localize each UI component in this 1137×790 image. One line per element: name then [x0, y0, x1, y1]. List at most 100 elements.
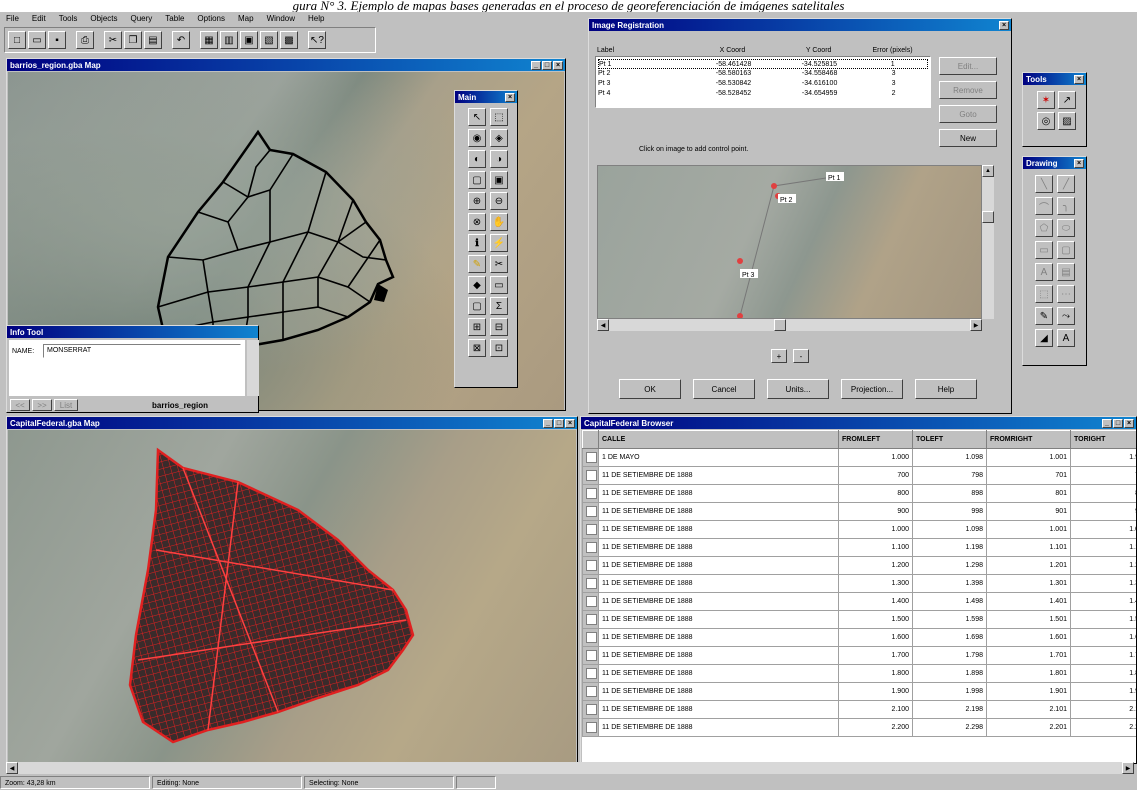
- marquee-select-icon[interactable]: ⬚: [490, 108, 508, 126]
- open-icon[interactable]: ▭: [28, 31, 46, 49]
- new-icon[interactable]: □: [8, 31, 26, 49]
- row-select-cell[interactable]: [582, 664, 599, 683]
- table-row[interactable]: 1 DE MAYO1.0001.0981.0011.9: [582, 448, 1136, 467]
- row-checkbox[interactable]: [586, 488, 597, 499]
- row-checkbox[interactable]: [586, 722, 597, 733]
- table-row[interactable]: 11 DE SETIEMBRE DE 1888 1.600 1.698 1.601 1.…: [582, 628, 1136, 647]
- row-select-cell[interactable]: [582, 682, 599, 701]
- table-row[interactable]: 11 DE SETIEMBRE DE 1888 1.400 1.498 1.401 1.…: [582, 592, 1136, 611]
- menu-window[interactable]: Window: [267, 14, 295, 23]
- close-button-2[interactable]: ×: [565, 418, 575, 428]
- table-cell[interactable]: 1.001: [986, 448, 1071, 467]
- control-point-row[interactable]: Pt 3 -58.530842 -34.616100 3: [598, 79, 928, 89]
- hotlink-icon[interactable]: ⚡: [490, 234, 508, 252]
- tools-palette-close[interactable]: ×: [1074, 74, 1084, 84]
- drawing-palette[interactable]: Drawing × ╲ ╱ ⌒ ╮ ⬠ ⬭ ▭ ▢ A ▤ ⬚ ⋯ ✎ ⤳ ◢ A: [1022, 156, 1087, 366]
- row-checkbox[interactable]: [586, 704, 597, 715]
- table-cell[interactable]: 1.401: [986, 592, 1071, 611]
- table-cell[interactable]: 1.2: [1070, 556, 1136, 575]
- symbol-style-icon[interactable]: ✎: [1035, 307, 1053, 325]
- minimize-button[interactable]: _: [531, 60, 541, 70]
- main-palette-close[interactable]: ×: [505, 92, 515, 102]
- row-select-cell[interactable]: [582, 520, 599, 539]
- table-cell[interactable]: 11 DE SETIEMBRE DE 1888: [598, 718, 839, 737]
- info-prev-button[interactable]: <<: [10, 399, 30, 411]
- workspace-scroll-left[interactable]: ◀: [6, 762, 18, 774]
- change-view-icon[interactable]: ⊗: [468, 213, 486, 231]
- boundary-select-icon[interactable]: ◐: [468, 150, 486, 168]
- table-cell[interactable]: 11 DE SETIEMBRE DE 1888: [598, 682, 839, 701]
- cut-icon[interactable]: ✂: [104, 31, 122, 49]
- table-row[interactable]: 11 DE SETIEMBRE DE 18889009989019: [582, 502, 1136, 521]
- table-row[interactable]: 11 DE SETIEMBRE DE 1888 1.900 1.998 1.901 1.…: [582, 682, 1136, 701]
- table-cell[interactable]: 11 DE SETIEMBRE DE 1888: [598, 610, 839, 629]
- table-cell[interactable]: 1.898: [912, 664, 987, 683]
- table-cell[interactable]: 898: [912, 484, 987, 503]
- row-select-cell[interactable]: [582, 502, 599, 521]
- row-checkbox[interactable]: [586, 578, 597, 589]
- table-cell[interactable]: 1.7: [1070, 646, 1136, 665]
- table-cell[interactable]: 1.298: [912, 556, 987, 575]
- table-row[interactable]: 11 DE SETIEMBRE DE 1888 1.800 1.898 1.801 1.…: [582, 664, 1136, 683]
- row-select-cell[interactable]: [582, 556, 599, 575]
- table-cell[interactable]: 1.601: [986, 628, 1071, 647]
- row-select-cell[interactable]: [582, 484, 599, 503]
- table-row[interactable]: 11 DE SETIEMBRE DE 1888 2.100 2.198 2.101 2.…: [582, 700, 1136, 719]
- table-cell[interactable]: 7: [1070, 466, 1136, 485]
- table-cell[interactable]: 900: [838, 502, 913, 521]
- hscroll-left[interactable]: ◀: [597, 319, 609, 331]
- help-button[interactable]: Help: [915, 379, 977, 399]
- info-scrollbar[interactable]: [247, 340, 259, 396]
- row-select-cell[interactable]: [582, 700, 599, 719]
- table-row[interactable]: 11 DE SETIEMBRE DE 18888008988018: [582, 484, 1136, 503]
- new-point-button[interactable]: New: [939, 129, 997, 147]
- table-cell[interactable]: 1.000: [838, 448, 913, 467]
- table-cell[interactable]: 1.900: [838, 682, 913, 701]
- zoom-out-icon[interactable]: ⊖: [490, 192, 508, 210]
- curve-icon[interactable]: ╮: [1057, 197, 1075, 215]
- table-cell[interactable]: 11 DE SETIEMBRE DE 1888: [598, 484, 839, 503]
- table-cell[interactable]: 1.8: [1070, 664, 1136, 683]
- radius-select-icon[interactable]: ◉: [468, 129, 486, 147]
- table-row[interactable]: 11 DE SETIEMBRE DE 1888 1.200 1.298 1.201 1.…: [582, 556, 1136, 575]
- info-list-button[interactable]: List: [54, 399, 78, 411]
- hscroll-right[interactable]: ▶: [970, 319, 982, 331]
- table-cell[interactable]: 9: [1070, 502, 1136, 521]
- row-checkbox[interactable]: [586, 560, 597, 571]
- table-cell[interactable]: 1.498: [912, 592, 987, 611]
- table-cell[interactable]: 1 DE MAYO: [598, 448, 839, 467]
- table-cell[interactable]: 998: [912, 502, 987, 521]
- table-cell[interactable]: 1.500: [838, 610, 913, 629]
- table-cell[interactable]: 1.600: [838, 628, 913, 647]
- arc-icon[interactable]: ⌒: [1035, 197, 1053, 215]
- table-cell[interactable]: 1.398: [912, 574, 987, 593]
- menu-query[interactable]: Query: [131, 14, 153, 23]
- browser-titlebar[interactable]: CapitalFederal Browser _ □ ×: [581, 417, 1136, 429]
- table-cell[interactable]: 11 DE SETIEMBRE DE 1888: [598, 466, 839, 485]
- menu-tools[interactable]: Tools: [59, 14, 78, 23]
- ruler-icon[interactable]: ▭: [490, 276, 508, 294]
- new-map-icon[interactable]: ▩: [280, 31, 298, 49]
- table-cell[interactable]: 801: [986, 484, 1071, 503]
- table-row[interactable]: 11 DE SETIEMBRE DE 1888 1.500 1.598 1.501 1.…: [582, 610, 1136, 629]
- row-checkbox[interactable]: [586, 542, 597, 553]
- table-cell[interactable]: 1.598: [912, 610, 987, 629]
- info-tool-window[interactable]: Info Tool NAME: MONSERRAT << >> List bar…: [6, 325, 259, 413]
- table-cell[interactable]: 1.0: [1070, 520, 1136, 539]
- table-cell[interactable]: 11 DE SETIEMBRE DE 1888: [598, 538, 839, 557]
- rectangle-icon[interactable]: ▭: [1035, 241, 1053, 259]
- paste-icon[interactable]: ▤: [144, 31, 162, 49]
- table-cell[interactable]: 11 DE SETIEMBRE DE 1888: [598, 700, 839, 719]
- vscroll-up[interactable]: ▲: [982, 165, 994, 177]
- column-header-calle[interactable]: CALLE: [598, 430, 839, 449]
- table-cell[interactable]: 2.198: [912, 700, 987, 719]
- zoom-out-button[interactable]: -: [793, 349, 809, 363]
- label-icon[interactable]: ✎: [468, 255, 486, 273]
- table-cell[interactable]: 1.3: [1070, 574, 1136, 593]
- hscroll-thumb[interactable]: [774, 319, 786, 331]
- new-graph-icon[interactable]: ▥: [220, 31, 238, 49]
- map-window-barrios-titlebar[interactable]: barrios_region.gba Map _ □ ×: [7, 59, 565, 71]
- tools-palette[interactable]: Tools × ✶ ↗ ◎ ▨: [1022, 72, 1087, 147]
- split-icon[interactable]: ⊡: [490, 339, 508, 357]
- info-next-button[interactable]: >>: [32, 399, 52, 411]
